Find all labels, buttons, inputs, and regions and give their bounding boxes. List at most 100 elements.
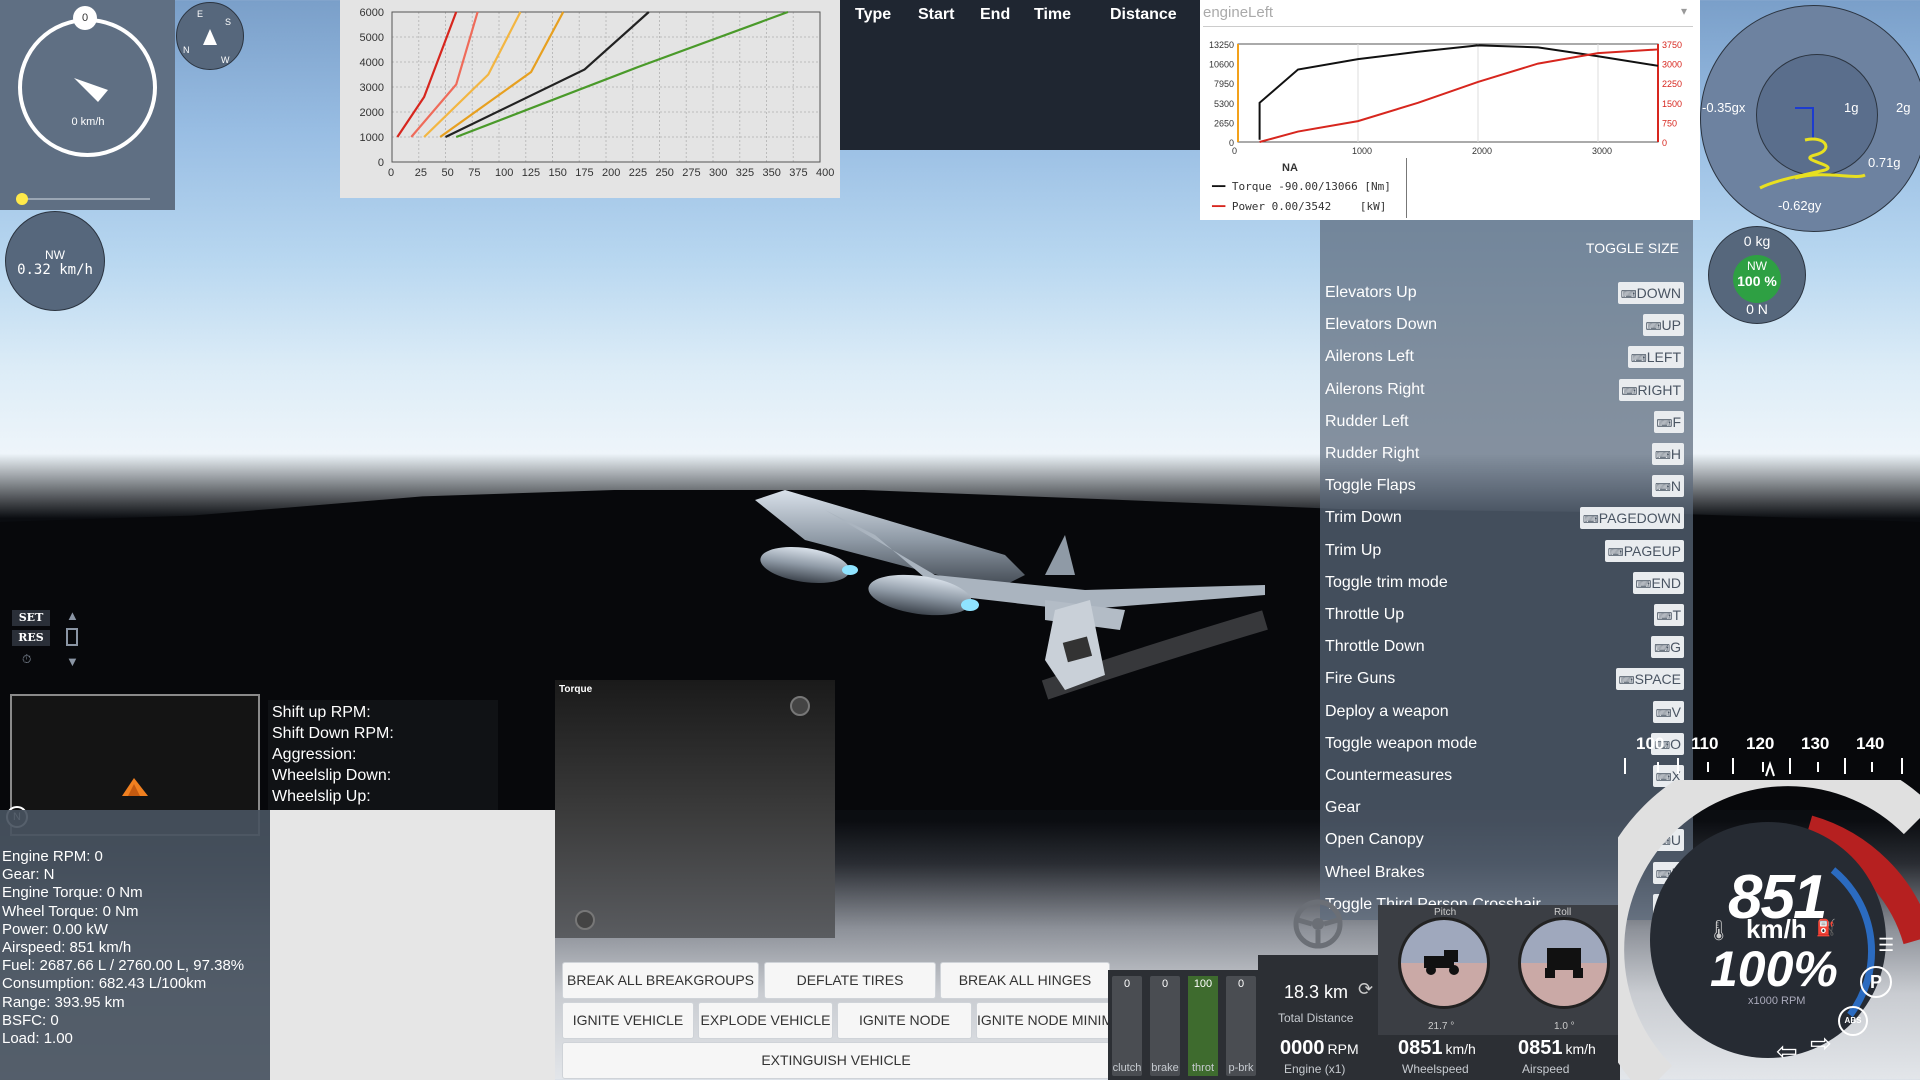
zoom-slider-knob[interactable] [16,193,28,205]
compass-letter-w: W [221,55,230,65]
deflate-tires-button[interactable]: DEFLATE TIRES [765,963,935,998]
keybinding-row[interactable]: Trim Down ⌨PAGEDOWN [1325,507,1684,539]
keybinding-key[interactable]: ⌨V [1652,700,1684,723]
blank-panel [270,810,555,1080]
weight-percent: 100 % [1737,273,1777,289]
keybinding-key[interactable]: ⌨F [1653,410,1684,433]
torque-handle-bottom[interactable] [575,910,595,930]
zoom-slider-track[interactable] [22,198,150,200]
keyboard-icon: ⌨ [1618,675,1635,688]
keybinding-row[interactable]: Deploy a weapon ⌨V [1325,700,1684,733]
keybinding-key[interactable]: ⌨RIGHT [1618,378,1684,401]
compass-letter-e: E [197,9,204,19]
keybinding-row[interactable]: Fire Guns ⌨SPACE [1325,668,1684,700]
keybinding-key[interactable]: ⌨DOWN [1617,282,1684,304]
vehicle-info-line: Load: 1.00 [2,1030,73,1047]
keybinding-key[interactable]: ⌨LEFT [1627,346,1684,369]
keybinding-label: Trim Down [1325,509,1402,527]
keybinding-label: Throttle Down [1325,638,1425,656]
cruise-set-button[interactable]: SET [12,610,50,626]
speed-tape-tick: 130 [1801,734,1830,753]
col-type: Type [855,6,892,23]
keybinding-key[interactable]: ⌨PAGEDOWN [1579,507,1684,530]
speedometer: 851 km/h 100% x1000 RPM 🌡 ⛽ ☰ P ABS ⇦ ⇨ [1618,780,1920,1080]
keybinding-row[interactable]: Throttle Down ⌨G [1325,636,1684,668]
keybinding-label: Deploy a weapon [1325,702,1449,720]
torque-title: Torque [559,684,593,695]
extinguish-vehicle-button[interactable]: EXTINGUISH VEHICLE [563,1043,1109,1078]
keybinding-key[interactable]: ⌨H [1651,443,1684,465]
rpm-tick-label: 0 [1232,146,1237,156]
speed-tape-tick: 110 [1691,734,1719,753]
x-tick-label: 25 [415,167,427,179]
toggle-size-button[interactable]: TOGGLE SIZE [1586,240,1679,256]
explode-vehicle-button[interactable]: EXPLODE VEHICLE [699,1003,832,1038]
pedal-label: clutch [1112,1062,1142,1074]
ignite-vehicle-button[interactable]: IGNITE VEHICLE [563,1003,693,1038]
vehicle-info-line: Consumption: 682.43 L/100km [2,975,207,993]
x-tick-label: 200 [602,167,620,179]
ignite-node-button[interactable]: IGNITE NODE [838,1003,971,1038]
keybinding-key[interactable]: ⌨G [1651,636,1684,659]
keybinding-label: Toggle Flaps [1325,477,1416,495]
engine-legend: NA ━━ Torque -90.00/13066 [Nm] ━━ Power … [1206,158,1407,218]
vehicle-info-line: Engine RPM: 0 [2,848,103,865]
keybinding-label: Ailerons Left [1325,348,1414,366]
arrow-down-icon[interactable]: ▼ [66,654,79,669]
keybinding-key[interactable]: ⌨SPACE [1615,668,1684,691]
keybinding-row[interactable]: Elevators Up ⌨DOWN [1325,282,1684,314]
keybinding-row[interactable]: Ailerons Right ⌨RIGHT [1325,378,1684,411]
attitude-panel: Pitch 21.7 ° Roll 1.0 ° [1378,905,1618,1035]
readout-unit: RPM [1327,1041,1359,1057]
torque-tick-label: 5300 [1214,99,1234,109]
keybinding-row[interactable]: Trim Up ⌨PAGEUP [1325,539,1684,572]
pitch-indicator [1398,917,1490,1009]
keybinding-key-text: RIGHT [1637,381,1681,398]
keybinding-key[interactable]: ⌨N [1651,475,1684,498]
break-all-breakgroups-button[interactable]: BREAK ALL BREAKGROUPS [563,963,758,998]
keybinding-label: Ailerons Right [1325,380,1425,398]
readout-number: 0851 [1518,1037,1563,1059]
keybinding-row[interactable]: Rudder Right ⌨H [1325,443,1684,475]
compass-letter-s: S [225,17,232,27]
pedal-panel: 0 clutch 0 brake 100 throt 0 p-brk [1108,970,1258,1080]
arrow-up-icon[interactable]: ▲ [66,608,79,623]
legend-header: NA [1282,162,1298,174]
engine-select[interactable]: engineLeft ▾ [1203,4,1693,27]
weight-force: 0 N [1746,301,1768,317]
keybinding-key[interactable]: ⌨T [1653,604,1684,626]
keybinding-row[interactable]: Throttle Up ⌨T [1325,604,1684,636]
keybinding-row[interactable]: Ailerons Left ⌨LEFT [1325,346,1684,378]
power-tick-label: 3000 [1662,60,1682,70]
abs-indicator: ABS [1838,1006,1868,1036]
keybinding-key[interactable]: ⌨END [1632,571,1684,594]
ignite-node-minimal-button[interactable]: IGNITE NODE MINIM [977,1003,1110,1038]
keybinding-label: Countermeasures [1325,767,1453,784]
x-tick-label: 175 [575,167,593,179]
torque-panel: Torque [555,680,835,938]
col-start: Start [918,6,955,23]
keybinding-row[interactable]: Elevators Down ⌨UP [1325,314,1684,346]
keybinding-label: Toggle trim mode [1325,573,1448,591]
torque-handle-top[interactable] [790,696,810,716]
y-tick-label: 1000 [360,132,384,144]
keybinding-key[interactable]: ⌨UP [1642,314,1684,337]
keybinding-row[interactable]: Toggle Flaps ⌨N [1325,475,1684,507]
keyboard-icon: ⌨ [1621,385,1638,398]
keybinding-row[interactable]: Toggle trim mode ⌨END [1325,571,1684,604]
x-tick-label: 350 [763,167,781,179]
heading-marker: 0 [73,6,97,30]
keyboard-icon: ⌨ [1654,450,1671,462]
keybinding-key[interactable]: ⌨PAGEUP [1604,539,1684,562]
keyboard-icon: ⌨ [1635,578,1652,591]
pedal-bar: 0 [1112,976,1142,1076]
keybinding-row[interactable]: Rudder Left ⌨F [1325,410,1684,443]
timer-icon[interactable]: ⏱ [22,652,31,667]
x-tick-label: 0 [388,167,394,179]
cruise-res-button[interactable]: RES [12,630,50,646]
rpm-tick-label: 2000 [1472,146,1492,156]
break-all-hinges-button[interactable]: BREAK ALL HINGES [941,963,1109,998]
reset-icon[interactable]: ⟳ [1358,979,1373,1000]
vehicle-info-line: BSFC: 0 [2,1011,59,1029]
readout-value: 0851 km/h [1398,1037,1476,1060]
